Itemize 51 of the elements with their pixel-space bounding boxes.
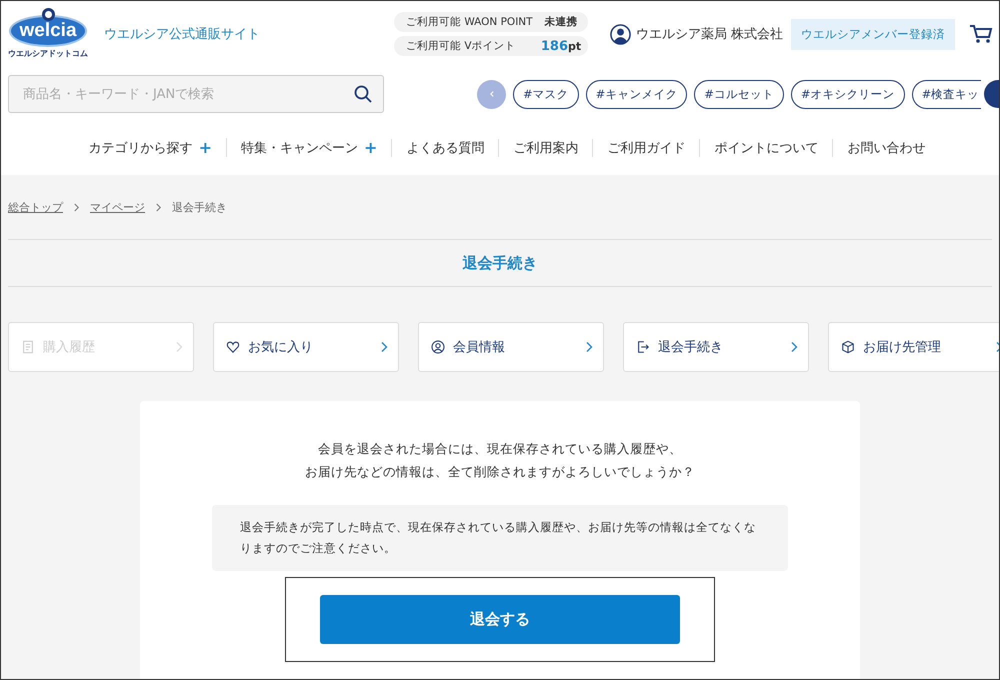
- points-label: ご利用可能 WAON POINT: [406, 15, 533, 29]
- nav-link[interactable]: よくある質問: [406, 138, 484, 156]
- nav-link[interactable]: カテゴリから探す: [88, 138, 193, 156]
- notice-message: 退会手続きが完了した時点で、現在保存されている購入履歴や、お届け先等の情報は全てなくなりますのでご注意ください。: [212, 505, 788, 571]
- points-label: ご利用可能 Vポイント: [406, 39, 516, 53]
- breadcrumb-current: 退会手続き: [172, 200, 227, 214]
- nav-link[interactable]: お問い合わせ: [847, 138, 926, 156]
- chevron-icon: [790, 341, 798, 353]
- plus-icon[interactable]: +: [198, 138, 212, 157]
- user-icon: [431, 340, 445, 354]
- hashtag-chip[interactable]: #オキシクリーン: [790, 80, 905, 108]
- user-icon[interactable]: [610, 24, 631, 44]
- logo-wordmark: welcia: [19, 20, 77, 40]
- hashtag-chip[interactable]: #検査キッ: [912, 80, 982, 108]
- heart-icon: [226, 340, 240, 354]
- hashtag-chip[interactable]: #キャンメイク: [586, 80, 688, 108]
- exit-icon: [636, 340, 650, 354]
- mypage-menu-tile[interactable]: お気に入り: [213, 322, 399, 372]
- chevron-icon: [585, 341, 593, 353]
- cart-icon[interactable]: [969, 22, 994, 46]
- points-value: 未連携: [544, 15, 578, 29]
- mypage-menu-tile[interactable]: 会員情報: [418, 322, 604, 372]
- document-icon: [21, 340, 35, 354]
- site-name: ウエルシア公式通販サイト: [104, 26, 261, 43]
- hashtag-chip[interactable]: #コルセット: [694, 80, 784, 108]
- chevron-icon: [155, 202, 162, 212]
- user-name: ウエルシア薬局 株式会社: [636, 26, 784, 43]
- page-title: 退会手続き: [8, 240, 992, 287]
- chevron-icon: [488, 90, 496, 98]
- search-bar[interactable]: 商品名・キーワード・JANで検索: [8, 75, 384, 113]
- confirm-message: 会員を退会された場合には、現在保存されている購入履歴や、 お届け先などの情報は、全て削除されますがよろしいでしょうか？: [305, 440, 695, 481]
- chevron-icon: [175, 341, 183, 353]
- withdraw-button[interactable]: 退会する: [320, 595, 680, 644]
- nav-link[interactable]: ご利用案内: [513, 138, 578, 156]
- nav-link[interactable]: 特集・キャンペーン: [241, 138, 358, 156]
- breadcrumb-link[interactable]: マイページ: [90, 200, 145, 214]
- breadcrumb-link[interactable]: 総合トップ: [8, 200, 63, 214]
- box-icon: [841, 340, 855, 354]
- mypage-menu-tile[interactable]: 退会手続き: [623, 322, 809, 372]
- points-value: 186pt: [540, 38, 582, 54]
- search-field[interactable]: 商品名・キーワード・JANで検索: [21, 86, 353, 102]
- chevron-icon: [73, 202, 80, 212]
- chevron-icon: [380, 341, 388, 353]
- mypage-menu-tile[interactable]: お届け先管理: [828, 322, 999, 372]
- nav-link[interactable]: ポイントについて: [714, 138, 818, 156]
- logo-subtitle: ウエルシアドットコム: [8, 48, 88, 58]
- hashtag-chip[interactable]: #マスク: [513, 80, 579, 108]
- plus-icon[interactable]: +: [364, 138, 378, 157]
- nav-link[interactable]: ご利用ガイド: [607, 138, 686, 156]
- member-status-badge: ウエルシアメンバー登録済: [791, 18, 956, 50]
- search-icon[interactable]: [353, 84, 373, 104]
